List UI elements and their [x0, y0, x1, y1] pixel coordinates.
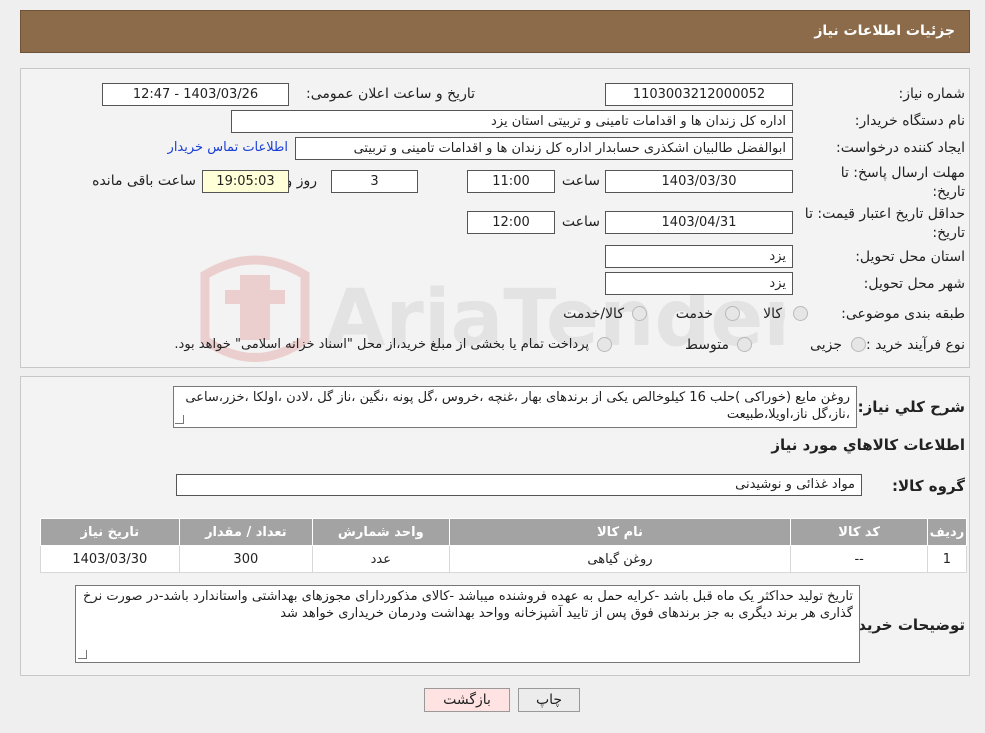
reply-deadline-label: مهلت ارسال پاسخ: تا تاریخ: [840, 165, 965, 200]
items-table: رديف کد کالا نام کالا واحد شمارش تعداد /… [40, 518, 968, 573]
process-minor-radio[interactable] [851, 337, 866, 352]
page-header: جزئیات اطلاعات نیاز [20, 10, 970, 53]
goods-group-label: گروه کالا: [892, 477, 965, 495]
price-validity-time-label: ساعت [561, 214, 600, 230]
process-minor-label: جزیی [810, 337, 842, 353]
province-label: استان محل تحویل: [855, 249, 965, 265]
cell-unit: عدد [312, 545, 450, 573]
buyer-org-value: اداره کل زندان ها و اقدامات تامینی و ترب… [231, 110, 793, 133]
summary-text: روغن مایع (خوراکی )حلب 16 کیلوخالص یکی ا… [185, 390, 850, 422]
print-button[interactable]: چاپ [518, 688, 580, 712]
col-unit: واحد شمارش [312, 518, 450, 546]
reply-deadline-date: 1403/03/30 [605, 170, 793, 193]
reply-deadline-remaining: 19:05:03 [202, 170, 289, 193]
announce-datetime-label: تاریخ و ساعت اعلان عمومی: [306, 86, 475, 102]
col-quantity: تعداد / مقدار [178, 518, 314, 546]
city-label: شهر محل تحویل: [863, 276, 965, 292]
col-item-code: کد کالا [790, 518, 928, 546]
goods-section-title: اطلاعات کالاهاي مورد نياز [771, 436, 965, 454]
buyer-notes-text: تاریخ تولید حداکثر یک ماه قبل باشد -کرای… [83, 589, 853, 621]
price-validity-label: حداقل تاریخ اعتبار قیمت: تا تاریخ: [804, 206, 965, 241]
summary-label: شرح کلي نياز: [857, 398, 965, 416]
buyer-org-label: نام دستگاه خریدار: [854, 113, 965, 129]
reply-deadline-days: 3 [331, 170, 418, 193]
category-goods-radio[interactable] [793, 306, 808, 321]
requester-value: ابوالفضل طالبیان اشکذری حسابدار اداره کل… [295, 137, 793, 160]
price-validity-time: 12:00 [467, 211, 555, 234]
cell-row-number: 1 [926, 545, 968, 573]
category-goods-label: کالا [763, 306, 782, 322]
process-treasury-checkbox[interactable] [597, 337, 612, 352]
buyer-contact-link[interactable]: اطلاعات تماس خریدار [168, 140, 288, 155]
province-value: یزد [605, 245, 793, 268]
buyer-notes-textarea[interactable]: تاریخ تولید حداکثر یک ماه قبل باشد -کرای… [75, 585, 860, 663]
announce-datetime-value: 1403/03/26 - 12:47 [102, 83, 289, 106]
back-button[interactable]: بازگشت [424, 688, 510, 712]
category-goods-service-radio[interactable] [632, 306, 647, 321]
goods-group-value: مواد غذائی و نوشیدنی [176, 474, 862, 496]
process-treasury-note: پرداخت تمام یا بخشی از مبلغ خرید،از محل … [174, 337, 589, 352]
process-medium-radio[interactable] [737, 337, 752, 352]
items-table-header: رديف کد کالا نام کالا واحد شمارش تعداد /… [40, 518, 968, 546]
col-row-number: رديف [926, 518, 968, 546]
col-need-date: تاریخ نیاز [40, 518, 180, 546]
cell-need-date: 1403/03/30 [40, 545, 180, 573]
cell-item-code: -- [790, 545, 928, 573]
resize-grip-icon[interactable] [78, 650, 87, 659]
reply-deadline-time: 11:00 [467, 170, 555, 193]
page-title: جزئیات اطلاعات نیاز [814, 23, 955, 39]
col-item-name: نام کالا [448, 518, 792, 546]
reply-deadline-days-label: روز و [285, 173, 318, 189]
category-service-radio[interactable] [725, 306, 740, 321]
need-number-value: 1103003212000052 [605, 83, 793, 106]
reply-deadline-remaining-label: ساعت باقی مانده [92, 173, 196, 189]
summary-textarea[interactable]: روغن مایع (خوراکی )حلب 16 کیلوخالص یکی ا… [173, 386, 857, 428]
cell-item-name: روغن گیاهی [448, 545, 792, 573]
city-value: یزد [605, 272, 793, 295]
category-service-label: خدمت [675, 306, 713, 322]
table-row: 1 -- روغن گیاهی عدد 300 1403/03/30 [40, 545, 968, 573]
price-validity-date: 1403/04/31 [605, 211, 793, 234]
cell-quantity: 300 [178, 545, 314, 573]
reply-deadline-time-label: ساعت [561, 173, 600, 189]
category-label: طبقه بندی موضوعی: [841, 306, 965, 322]
resize-grip-icon[interactable] [175, 415, 184, 424]
requester-label: ایجاد کننده درخواست: [836, 140, 965, 156]
process-medium-label: متوسط [685, 337, 729, 353]
need-number-label: شماره نیاز: [898, 86, 966, 102]
process-label: نوع فرآیند خرید : [866, 337, 965, 353]
category-goods-service-label: کالا/خدمت [563, 306, 624, 322]
